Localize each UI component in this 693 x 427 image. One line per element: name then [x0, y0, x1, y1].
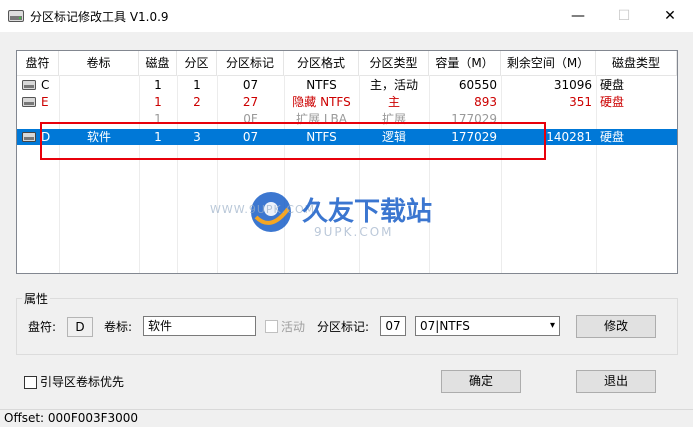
cell-type: 主: [387, 95, 400, 109]
table-row[interactable]: E 1 2 27 隐藏 NTFS 主 893 351 硬盘: [17, 94, 677, 110]
cell-free: 31096: [553, 78, 592, 92]
cell-disktype: 硬盘: [600, 130, 625, 144]
list-header: 盘符 卷标 磁盘 分区 分区标记 分区格式 分区类型 容量（M） 剩余空间（M）…: [17, 51, 677, 76]
boot-priority-checkbox[interactable]: [24, 376, 37, 389]
cell-disk: 1: [154, 95, 162, 109]
cell-disktype: 硬盘: [600, 78, 625, 92]
title-bar: 分区标记修改工具 V1.0.9 — ☐ ✕: [0, 0, 693, 32]
cell-disk: 1: [154, 78, 162, 92]
col-type[interactable]: 分区类型: [359, 51, 429, 75]
cell-type: 主，活动: [369, 78, 418, 92]
table-row[interactable]: C 1 1 07 NTFS 主，活动 60550 31096 硬盘: [17, 77, 677, 93]
format-select[interactable]: 07|NTFS ▾: [415, 316, 560, 336]
cell-mark: 07: [242, 78, 259, 92]
format-select-value: 07|NTFS: [420, 319, 470, 333]
disk-icon: [22, 80, 36, 90]
cell-drive: E: [41, 95, 49, 109]
mark-input[interactable]: 07: [380, 316, 406, 336]
disk-icon: [22, 132, 36, 142]
col-part[interactable]: 分区: [177, 51, 217, 75]
properties-group-label: 属性: [22, 290, 51, 307]
minimize-button[interactable]: —: [555, 0, 601, 32]
col-size[interactable]: 容量（M）: [429, 51, 501, 75]
col-disktype[interactable]: 磁盘类型: [596, 51, 677, 75]
chevron-down-icon: ▾: [549, 320, 555, 331]
cell-disktype: 硬盘: [600, 95, 625, 109]
ok-button[interactable]: 确定: [441, 370, 521, 393]
mark-label: 分区标记:: [317, 320, 370, 334]
col-format[interactable]: 分区格式: [284, 51, 359, 75]
col-drive[interactable]: 盘符: [17, 51, 59, 75]
cell-format: 隐藏 NTFS: [292, 95, 351, 109]
close-button[interactable]: ✕: [647, 0, 693, 32]
modify-button[interactable]: 修改: [576, 315, 656, 338]
cell-part: 2: [193, 95, 201, 109]
cell-free: 351: [569, 95, 592, 109]
cell-drive: C: [41, 78, 50, 92]
exit-button[interactable]: 退出: [576, 370, 656, 393]
volume-input[interactable]: 软件: [143, 316, 256, 336]
volume-label: 卷标:: [104, 320, 133, 334]
status-bar: Offset: 000F003F3000: [0, 409, 693, 427]
disk-icon: [22, 97, 36, 107]
cell-part: 1: [193, 78, 201, 92]
maximize-button: ☐: [617, 8, 631, 24]
cell-mark: 27: [242, 95, 259, 109]
partition-list[interactable]: 盘符 卷标 磁盘 分区 分区标记 分区格式 分区类型 容量（M） 剩余空间（M）…: [16, 50, 678, 274]
col-mark[interactable]: 分区标记: [217, 51, 284, 75]
active-label: 活动: [281, 320, 306, 334]
col-free[interactable]: 剩余空间（M）: [501, 51, 596, 75]
drive-field: D: [67, 317, 93, 337]
col-disk[interactable]: 磁盘: [139, 51, 177, 75]
cell-size: 893: [474, 95, 497, 109]
drive-label: 盘符:: [28, 320, 57, 334]
boot-priority-label: 引导区卷标优先: [40, 375, 125, 389]
disk-app-icon: [8, 10, 24, 22]
status-offset: Offset: 000F003F3000: [4, 411, 139, 425]
col-volume[interactable]: 卷标: [59, 51, 139, 75]
cell-format: NTFS: [306, 78, 337, 92]
active-checkbox: [265, 320, 278, 333]
cell-size: 60550: [458, 78, 497, 92]
highlight-annotation: [40, 122, 546, 160]
window-title: 分区标记修改工具 V1.0.9: [30, 10, 169, 24]
